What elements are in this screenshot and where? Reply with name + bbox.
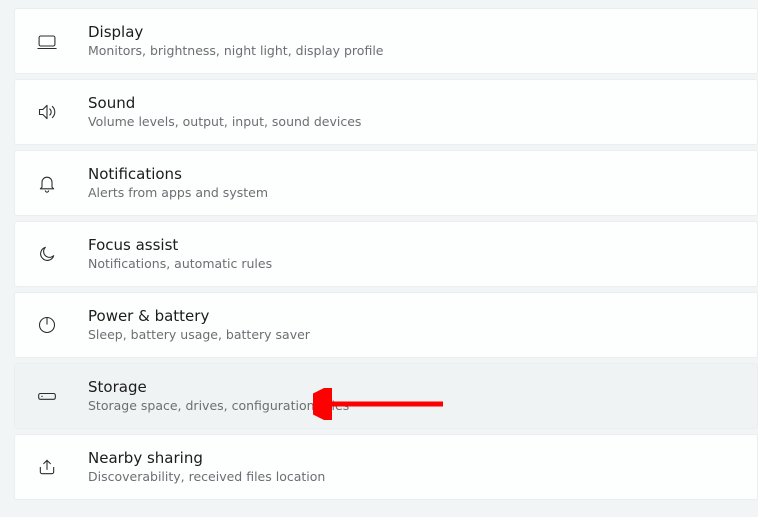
settings-item-power-battery[interactable]: Power & battery Sleep, battery usage, ba… bbox=[14, 292, 758, 358]
item-text: Nearby sharing Discoverability, received… bbox=[88, 449, 325, 485]
item-title: Nearby sharing bbox=[88, 449, 325, 467]
item-text: Focus assist Notifications, automatic ru… bbox=[88, 236, 272, 272]
settings-item-notifications[interactable]: Notifications Alerts from apps and syste… bbox=[14, 150, 758, 216]
item-desc: Storage space, drives, configuration rul… bbox=[88, 398, 349, 414]
item-title: Focus assist bbox=[88, 236, 272, 254]
settings-item-focus-assist[interactable]: Focus assist Notifications, automatic ru… bbox=[14, 221, 758, 287]
power-icon bbox=[33, 311, 61, 339]
item-desc: Notifications, automatic rules bbox=[88, 256, 272, 272]
item-title: Notifications bbox=[88, 165, 268, 183]
item-title: Sound bbox=[88, 94, 361, 112]
settings-item-sound[interactable]: Sound Volume levels, output, input, soun… bbox=[14, 79, 758, 145]
display-icon bbox=[33, 27, 61, 55]
item-text: Display Monitors, brightness, night ligh… bbox=[88, 23, 383, 59]
item-title: Power & battery bbox=[88, 307, 310, 325]
settings-list: Display Monitors, brightness, night ligh… bbox=[0, 8, 758, 503]
item-text: Storage Storage space, drives, configura… bbox=[88, 378, 349, 414]
moon-icon bbox=[33, 240, 61, 268]
bell-icon bbox=[33, 169, 61, 197]
settings-item-storage[interactable]: Storage Storage space, drives, configura… bbox=[14, 363, 758, 429]
share-icon bbox=[33, 453, 61, 481]
item-desc: Monitors, brightness, night light, displ… bbox=[88, 43, 383, 59]
item-desc: Volume levels, output, input, sound devi… bbox=[88, 114, 361, 130]
settings-item-display[interactable]: Display Monitors, brightness, night ligh… bbox=[14, 8, 758, 74]
sound-icon bbox=[33, 98, 61, 126]
settings-item-nearby-sharing[interactable]: Nearby sharing Discoverability, received… bbox=[14, 434, 758, 500]
item-desc: Alerts from apps and system bbox=[88, 185, 268, 201]
item-text: Sound Volume levels, output, input, soun… bbox=[88, 94, 361, 130]
storage-icon bbox=[33, 382, 61, 410]
item-desc: Discoverability, received files location bbox=[88, 469, 325, 485]
item-text: Power & battery Sleep, battery usage, ba… bbox=[88, 307, 310, 343]
item-title: Display bbox=[88, 23, 383, 41]
item-text: Notifications Alerts from apps and syste… bbox=[88, 165, 268, 201]
item-title: Storage bbox=[88, 378, 349, 396]
item-desc: Sleep, battery usage, battery saver bbox=[88, 327, 310, 343]
